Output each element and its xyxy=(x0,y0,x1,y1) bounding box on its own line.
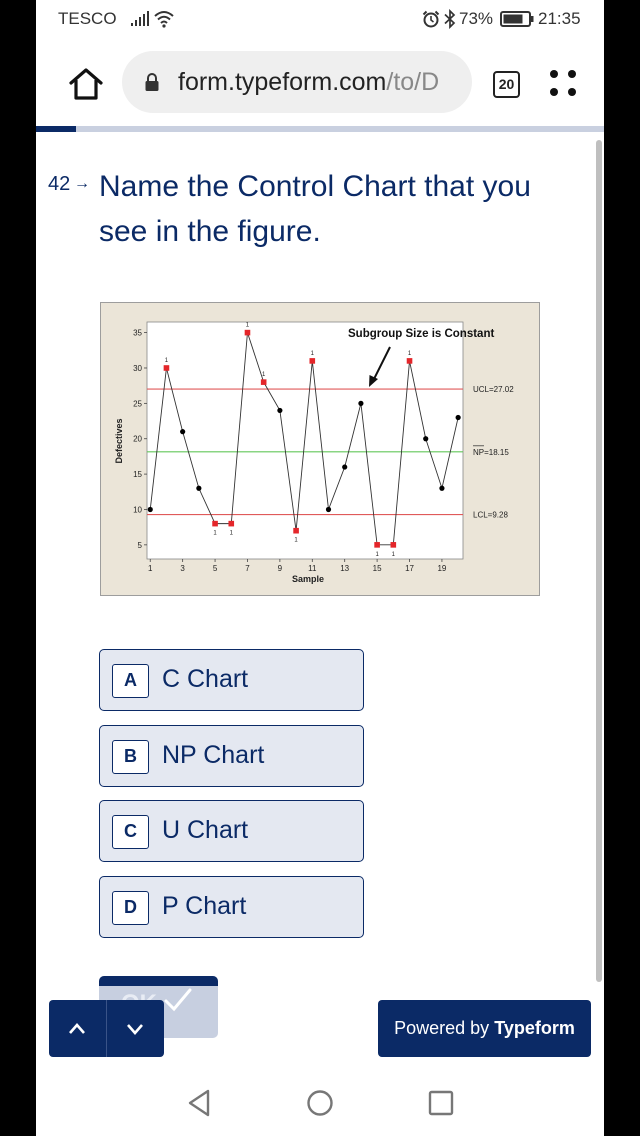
data-point xyxy=(455,414,461,421)
choice-b[interactable]: B NP Chart xyxy=(99,725,364,787)
x-tick-label: 19 xyxy=(437,564,446,573)
choice-c[interactable]: C U Chart xyxy=(99,800,364,862)
home-circle-icon[interactable] xyxy=(306,1089,334,1117)
y-tick-label: 15 xyxy=(133,470,142,479)
reference-line-label: UCL=27.02 xyxy=(473,385,514,394)
x-tick-label: 1 xyxy=(148,564,153,573)
wifi-icon xyxy=(154,11,174,28)
choice-a[interactable]: A C Chart xyxy=(99,649,364,711)
data-point xyxy=(147,506,153,513)
url-domain: form.typeform.com xyxy=(178,68,387,96)
typeform-brand: Typeform xyxy=(494,1018,575,1038)
reference-line-label: LCL=9.28 xyxy=(473,511,508,520)
page-scrollbar[interactable] xyxy=(596,140,602,982)
ok-button-edge xyxy=(99,976,218,986)
flagged-point xyxy=(244,329,251,336)
control-chart-figure: UCL=27.02 NP=18.15 LCL=9.28 5 10 15 20 25 30 35 … xyxy=(100,302,540,596)
y-tick-label: 25 xyxy=(133,399,142,408)
powered-by-typeform-link[interactable]: Powered by Typeform xyxy=(378,1000,591,1057)
x-tick-label: 17 xyxy=(405,564,414,573)
address-bar[interactable]: form.typeform.com/to/D xyxy=(122,51,472,113)
data-point xyxy=(423,436,429,442)
next-question-button[interactable] xyxy=(107,1000,164,1057)
y-tick-label: 30 xyxy=(133,364,142,373)
question-arrow-icon: → xyxy=(74,175,90,192)
flagged-point xyxy=(212,520,218,527)
data-point xyxy=(358,400,364,406)
data-point xyxy=(439,485,445,491)
clock: 21:35 xyxy=(538,9,581,28)
form-progress-bar xyxy=(36,126,604,132)
back-icon[interactable] xyxy=(186,1089,214,1117)
menu-icon[interactable] xyxy=(550,66,576,102)
choice-label: P Chart xyxy=(162,892,247,920)
flagged-point xyxy=(260,379,267,385)
flagged-point xyxy=(293,527,299,534)
browser-screen: TESCO 73% 21:35 form.typeform.com/to/D 2… xyxy=(36,0,604,1136)
choice-key: C xyxy=(112,815,149,849)
choice-label: U Chart xyxy=(162,816,249,844)
chevron-up-icon xyxy=(69,1023,85,1034)
recent-apps-icon[interactable] xyxy=(428,1090,454,1116)
x-axis-label: Sample xyxy=(292,574,324,584)
screen: TESCO 73% 21:35 form.typeform.com/to/D 2… xyxy=(0,0,640,1136)
choice-label: C Chart xyxy=(162,665,249,693)
chevron-down-icon xyxy=(127,1024,143,1035)
control-chart: UCL=27.02NP=18.15LCL=9.28 5101520253035 … xyxy=(114,321,514,584)
x-tick-label: 3 xyxy=(180,564,185,573)
url-text: form.typeform.com/to/D xyxy=(178,68,463,97)
battery-percent: 73% xyxy=(459,9,494,28)
data-point xyxy=(342,464,348,470)
question-title: Name the Control Chart that you see in t… xyxy=(99,170,531,248)
choice-key: B xyxy=(112,740,149,774)
x-tick-label: 5 xyxy=(213,564,218,573)
flagged-point xyxy=(309,358,316,364)
question-number: 42 xyxy=(48,173,71,195)
carrier-name: TESCO xyxy=(58,9,117,28)
x-tick-label: 13 xyxy=(340,564,349,573)
choice-label: NP Chart xyxy=(162,741,265,769)
battery-icon xyxy=(500,11,534,27)
y-tick-label: 35 xyxy=(133,329,142,338)
previous-question-button[interactable] xyxy=(49,1000,106,1057)
powered-by-prefix: Powered by xyxy=(394,1018,495,1038)
flagged-point xyxy=(228,520,235,527)
flagged-point xyxy=(374,542,380,548)
url-path: /to/D xyxy=(386,68,440,96)
question-navigation xyxy=(49,1000,164,1057)
flagged-point xyxy=(163,365,170,371)
bluetooth-icon xyxy=(444,9,456,29)
data-point xyxy=(277,407,283,414)
x-tick-label: 7 xyxy=(245,564,250,573)
signal-icon xyxy=(131,11,149,26)
choice-key: D xyxy=(112,891,149,925)
reference-line-label: NP=18.15 xyxy=(473,448,509,457)
x-tick-label: 15 xyxy=(373,564,382,573)
flagged-point xyxy=(406,358,413,364)
choice-d[interactable]: D P Chart xyxy=(99,876,364,938)
alarm-icon xyxy=(422,10,440,28)
y-tick-label: 10 xyxy=(133,505,142,514)
check-icon xyxy=(164,988,192,1012)
home-icon[interactable] xyxy=(68,67,104,101)
chart-title: Subgroup Size is Constant xyxy=(348,328,494,340)
choice-key: A xyxy=(112,664,149,698)
x-tick-label: 9 xyxy=(278,564,283,573)
status-bar: TESCO 73% 21:35 xyxy=(36,0,604,40)
y-axis-label: Defectives xyxy=(114,418,124,463)
y-tick-label: 20 xyxy=(133,435,142,444)
data-point xyxy=(325,506,332,513)
data-point xyxy=(196,485,202,491)
tab-switcher-button[interactable]: 20 xyxy=(493,71,520,98)
flagged-point xyxy=(390,542,397,548)
x-tick-label: 11 xyxy=(308,564,317,573)
lock-icon xyxy=(145,73,159,91)
data-point xyxy=(180,429,186,435)
y-tick-label: 5 xyxy=(138,541,143,550)
form-progress-fill xyxy=(36,126,76,132)
